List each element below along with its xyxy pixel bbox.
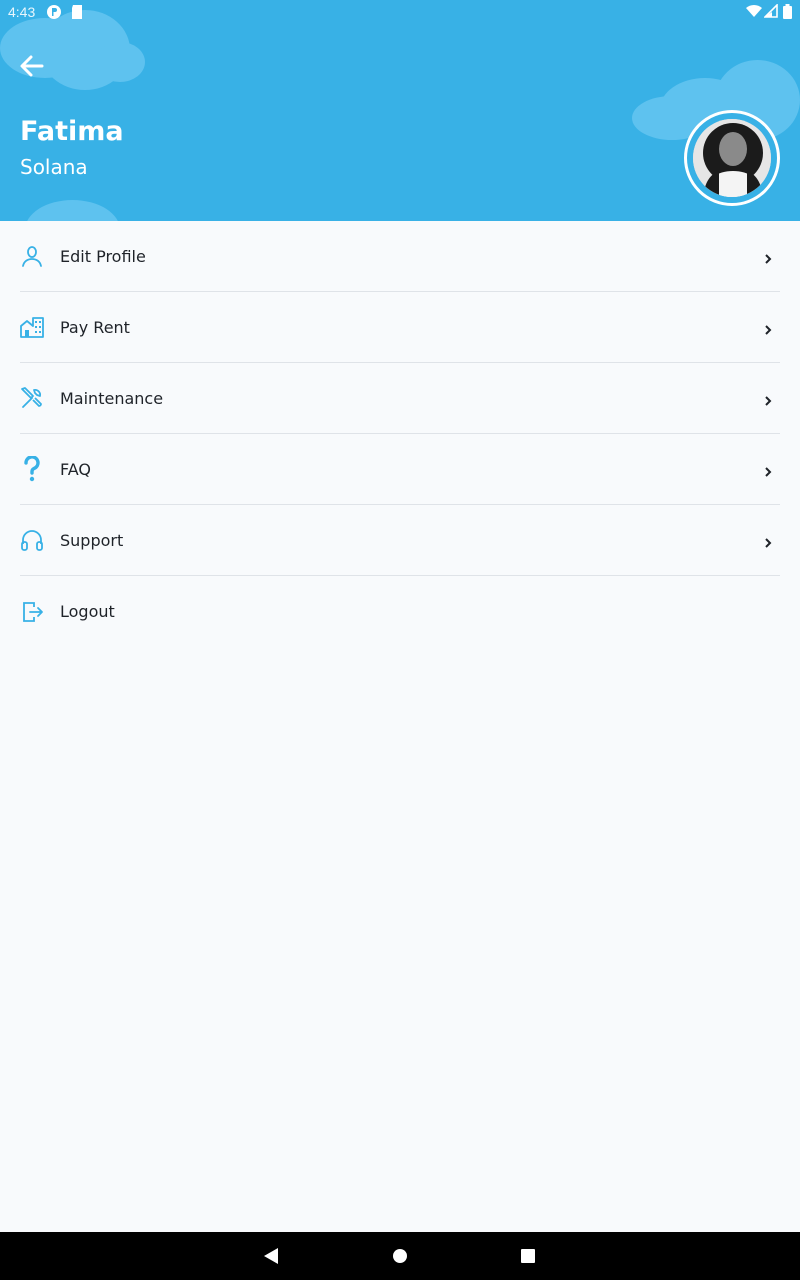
building-icon (20, 315, 44, 339)
status-bar: 4:43 (0, 0, 800, 24)
chevron-right-icon (762, 250, 774, 264)
avatar-image (693, 119, 771, 197)
menu-item-edit-profile[interactable]: Edit Profile (20, 221, 780, 292)
headphones-icon (20, 528, 44, 552)
profile-header: 4:43 Fatima Solana (0, 0, 800, 221)
menu-item-label: Support (60, 530, 124, 550)
wifi-icon (746, 4, 762, 22)
nav-home-button[interactable] (392, 1248, 412, 1268)
system-nav-bar (0, 1232, 800, 1280)
logout-icon (20, 600, 44, 624)
menu-item-support[interactable]: Support (20, 505, 780, 576)
cloud-decoration (25, 200, 120, 221)
menu-item-label: Logout (60, 602, 115, 621)
chevron-right-icon (762, 392, 774, 406)
menu-item-label: Maintenance (60, 388, 164, 408)
chevron-right-icon (762, 534, 774, 548)
status-time: 4:43 (8, 4, 36, 20)
account-menu: Edit Profile Pay Rent Maintenance FAQ Su… (20, 221, 780, 647)
tools-icon (20, 386, 44, 410)
cloud-decoration (95, 42, 145, 82)
avatar[interactable] (684, 110, 780, 206)
signal-icon (763, 3, 778, 22)
menu-item-maintenance[interactable]: Maintenance (20, 363, 780, 434)
arrow-left-icon (18, 52, 46, 84)
chevron-right-icon (762, 321, 774, 335)
back-button[interactable] (14, 50, 50, 86)
nav-recents-button[interactable] (520, 1248, 540, 1268)
app-notification-icon (46, 4, 62, 24)
menu-item-label: Edit Profile (60, 246, 146, 266)
sd-card-icon (70, 4, 84, 24)
chevron-right-icon (762, 463, 774, 477)
battery-icon (783, 4, 792, 23)
user-first-name: Fatima (20, 116, 124, 147)
menu-item-label: FAQ (60, 459, 91, 479)
user-icon (20, 244, 44, 268)
question-icon (20, 456, 44, 482)
menu-item-faq[interactable]: FAQ (20, 434, 780, 505)
menu-item-pay-rent[interactable]: Pay Rent (20, 292, 780, 363)
nav-back-button[interactable] (262, 1246, 282, 1266)
user-last-name: Solana (20, 155, 88, 179)
menu-item-label: Pay Rent (60, 317, 130, 337)
menu-item-logout[interactable]: Logout (20, 576, 780, 647)
